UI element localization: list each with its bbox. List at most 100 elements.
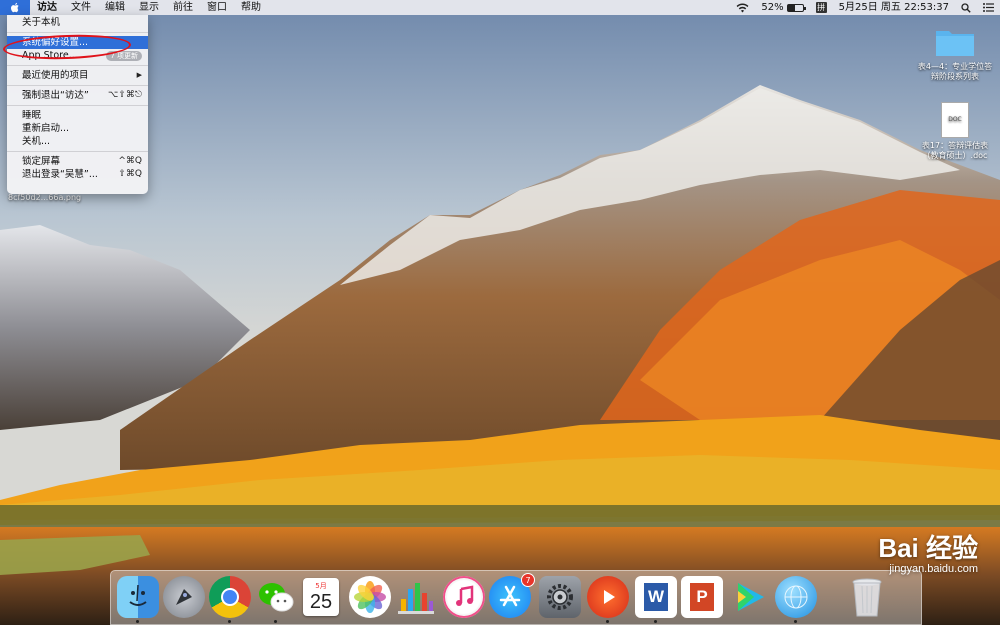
dock-app-photos[interactable] — [349, 576, 391, 618]
menu-view[interactable]: 显示 — [132, 0, 166, 15]
clock[interactable]: 5月25日 周五 22:53:37 — [833, 0, 955, 15]
bar-chart-app-icon — [398, 583, 434, 614]
chrome-icon — [221, 588, 239, 606]
photos-icon — [354, 581, 386, 613]
menu-window[interactable]: 窗口 — [200, 0, 234, 15]
finder-icon — [129, 584, 147, 606]
calendar-day: 25 — [309, 590, 333, 613]
shortcut-label: ⇧⌘Q — [118, 169, 142, 179]
doc-label-line1: 表17：答辩评估表 — [921, 141, 989, 150]
submenu-arrow-icon: ▶ — [136, 71, 142, 79]
menu-item-restart[interactable]: 重新启动... — [7, 122, 148, 135]
desktop-doc-file[interactable]: DOC 表17：答辩评估表 （教育硕士）.doc — [910, 102, 1000, 161]
folder-label-line2: 辩阶段系列表 — [931, 72, 979, 81]
media-play-icon — [738, 583, 764, 611]
powerpoint-icon: P — [690, 583, 714, 611]
menu-separator — [7, 85, 148, 86]
shortcut-label: ⌥⇧⌘⎋ — [107, 90, 142, 100]
play-icon — [604, 590, 615, 604]
battery-level-fill — [787, 4, 796, 11]
spotlight-search-icon — [961, 2, 971, 13]
menu-item-recent-items[interactable]: 最近使用的项目 ▶ — [7, 69, 148, 82]
watermark-logo: Bai 经验 — [878, 533, 978, 563]
input-method-icon: 拼 — [815, 2, 827, 13]
menu-item-label: 睡眠 — [22, 110, 42, 121]
menu-item-label: 重新启动... — [22, 123, 70, 134]
menu-edit[interactable]: 编辑 — [98, 0, 132, 15]
wifi-status[interactable] — [730, 2, 755, 13]
folder-icon — [934, 26, 976, 58]
menu-item-label: 退出登录“吴慧”... — [22, 169, 98, 180]
menu-separator — [7, 65, 148, 66]
menu-item-label: 关于本机 — [22, 17, 61, 28]
dock-app-chrome[interactable] — [209, 576, 251, 618]
dock-app-finder[interactable] — [117, 576, 159, 618]
dock-app-media-player[interactable] — [729, 576, 771, 618]
running-indicator — [654, 620, 657, 623]
menu-bar-status-area: 52% 拼 5月25日 周五 22:53:37 — [730, 0, 1000, 15]
notification-center-button[interactable] — [977, 3, 1000, 12]
dock: 5月 25 7 W P — [110, 570, 922, 625]
wallpaper-landscape — [0, 0, 1000, 625]
music-note-icon — [456, 585, 474, 606]
menu-help[interactable]: 帮助 — [234, 0, 268, 15]
doc-badge: DOC — [948, 116, 962, 123]
menu-separator — [7, 105, 148, 106]
wechat-icon — [259, 583, 294, 612]
menu-item-force-quit[interactable]: 强制退出“访达” ⌥⇧⌘⎋ — [7, 89, 148, 102]
menu-item-shutdown[interactable]: 关机... — [7, 135, 148, 148]
menu-item-sleep[interactable]: 睡眠 — [7, 109, 148, 122]
word-icon: W — [644, 583, 668, 611]
menu-file[interactable]: 文件 — [64, 0, 98, 15]
running-indicator — [274, 620, 277, 623]
menu-separator — [7, 32, 148, 33]
desktop-folder[interactable]: 表4—4：专业学位答 辩阶段系列表 — [910, 26, 1000, 82]
app-store-badge: 7 — [521, 573, 535, 587]
dock-app-browser[interactable] — [775, 576, 817, 618]
folder-label-line1: 表4—4：专业学位答 — [917, 62, 993, 71]
battery-status[interactable]: 52% — [755, 0, 809, 15]
dock-app-itunes[interactable] — [443, 576, 485, 618]
notification-center-icon — [983, 3, 994, 12]
spotlight-button[interactable] — [955, 2, 977, 13]
calendar-month: 5月 — [315, 581, 327, 590]
dock-app-numbers[interactable] — [395, 576, 437, 618]
menu-item-label: 关机... — [22, 136, 51, 147]
input-method-status[interactable]: 拼 — [810, 2, 833, 13]
dock-app-powerpoint[interactable]: P — [681, 576, 723, 618]
desktop-file-png[interactable]: 8cf50d2...66a.png — [8, 193, 81, 202]
menu-go[interactable]: 前往 — [166, 0, 200, 15]
running-indicator — [794, 620, 797, 623]
globe-icon — [784, 585, 808, 609]
battery-percent: 52% — [761, 2, 784, 13]
desktop-wallpaper — [0, 0, 1000, 625]
menu-item-label: 锁定屏幕 — [22, 156, 61, 167]
running-indicator — [228, 620, 231, 623]
watermark-url: jingyan.baidu.com — [889, 563, 978, 575]
menu-item-label: 强制退出“访达” — [22, 90, 89, 101]
dock-app-app-store[interactable]: 7 — [489, 573, 535, 618]
menu-item-about-this-mac[interactable]: 关于本机 — [7, 16, 148, 29]
menu-item-lock-screen[interactable]: 锁定屏幕 ^⌘Q — [7, 155, 148, 168]
gear-icon — [547, 584, 573, 610]
menu-item-logout[interactable]: 退出登录“吴慧”... ⇧⌘Q — [7, 168, 148, 181]
menu-separator — [7, 151, 148, 152]
dock-app-system-preferences[interactable] — [539, 576, 581, 618]
shortcut-label: ^⌘Q — [118, 156, 142, 166]
dock-app-wechat[interactable] — [255, 576, 297, 618]
menu-finder[interactable]: 访达 — [30, 0, 64, 15]
baidu-watermark: Bai 经验 jingyan.baidu.com — [878, 528, 978, 575]
dock-app-calendar[interactable]: 5月 25 — [303, 578, 339, 616]
running-indicator — [136, 620, 139, 623]
menu-item-label: 最近使用的项目 — [22, 70, 89, 81]
menu-bar: 访达 文件 编辑 显示 前往 窗口 帮助 52% 拼 5月25日 周五 22:5… — [0, 0, 1000, 15]
trash-icon — [852, 578, 882, 617]
dock-app-word[interactable]: W — [635, 576, 677, 618]
dock-app-launchpad[interactable] — [163, 576, 205, 618]
dock-app-trash[interactable] — [846, 576, 888, 618]
running-indicator — [606, 620, 609, 623]
apple-menu-button[interactable] — [0, 0, 30, 15]
dock-app-video-player[interactable] — [587, 576, 629, 618]
battery-icon — [786, 3, 806, 12]
app-store-icon — [499, 585, 521, 607]
